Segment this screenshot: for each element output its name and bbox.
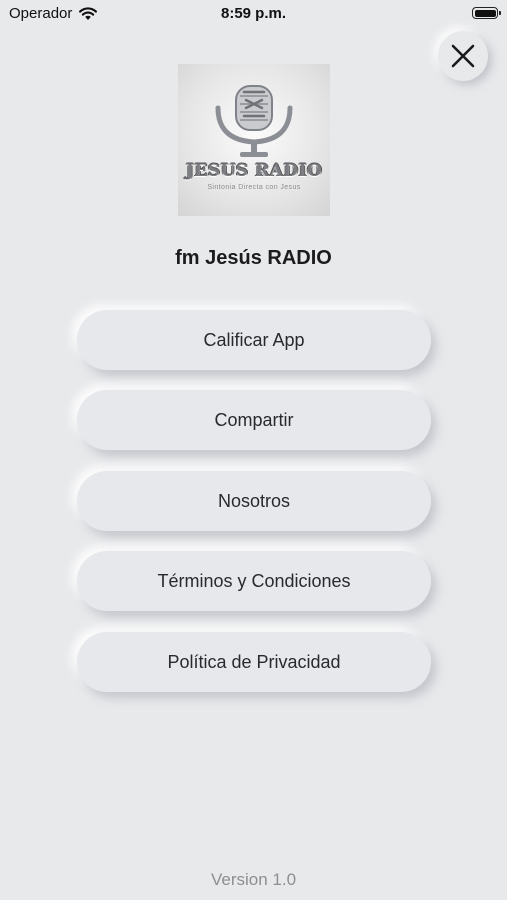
microphone-icon	[215, 85, 293, 157]
share-button[interactable]: Compartir	[77, 390, 431, 450]
rate-app-button[interactable]: Calificar App	[77, 310, 431, 370]
close-button[interactable]	[438, 31, 488, 81]
version-label: Version 1.0	[210, 870, 297, 889]
app-title: fm Jesús RADIO	[175, 247, 332, 269]
privacy-policy-button[interactable]: Política de Privacidad	[77, 632, 431, 692]
terms-button[interactable]: Términos y Condiciones	[77, 551, 431, 611]
logo-title: JESUS RADIO	[185, 161, 323, 181]
about-us-button[interactable]: Nosotros	[77, 471, 431, 531]
app-logo: JESUS RADIO Sintonia Directa con Jesus	[178, 64, 330, 216]
logo-subtitle: Sintonia Directa con Jesus	[207, 184, 301, 191]
battery-icon	[472, 7, 501, 19]
close-icon	[451, 44, 475, 68]
status-bar: Operador 8:59 p.m.	[0, 0, 507, 28]
status-time: 8:59 p.m.	[220, 5, 287, 22]
